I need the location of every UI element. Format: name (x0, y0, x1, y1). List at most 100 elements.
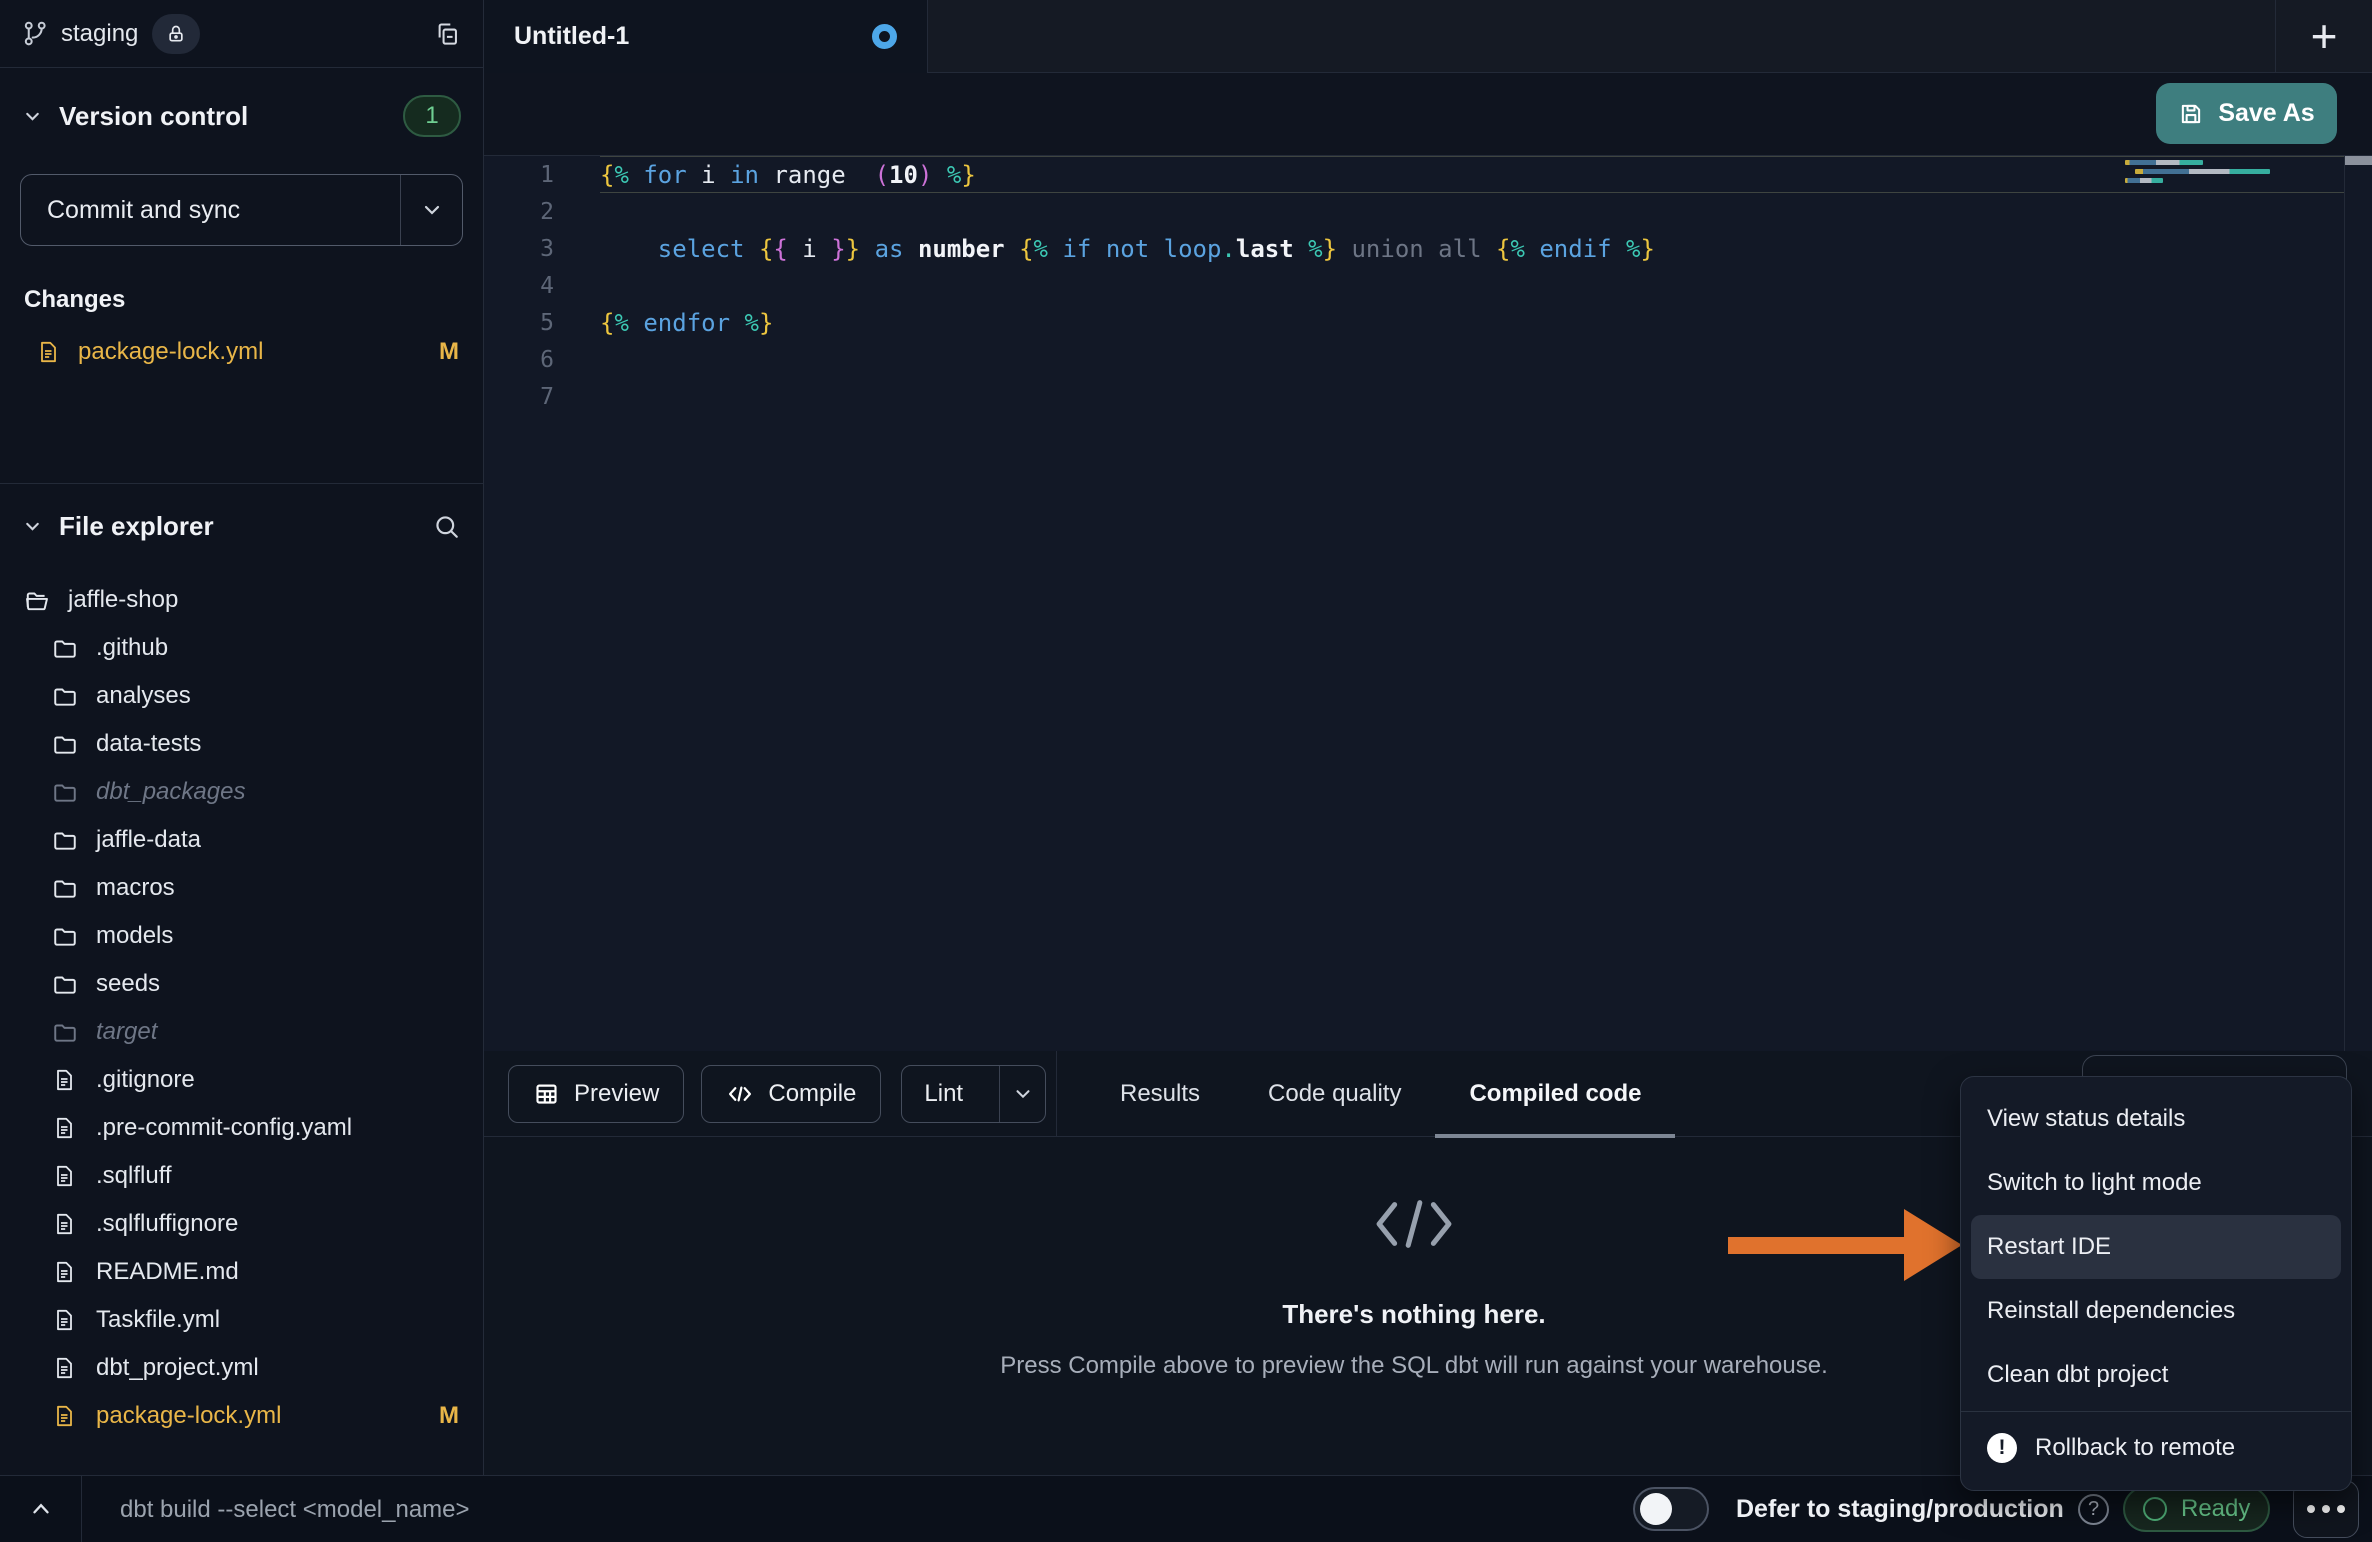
file-tree-item-analyses[interactable]: analyses (0, 672, 483, 720)
menu-item-restart-ide[interactable]: Restart IDE (1971, 1215, 2341, 1279)
branch-name: staging (61, 20, 138, 48)
code-slash-icon (1371, 1193, 1457, 1255)
file-icon (52, 1355, 80, 1381)
file-name: .sqlfluff (96, 1162, 172, 1190)
editor-scrollbar-thumb[interactable] (2345, 156, 2372, 165)
code-line[interactable]: 6 (484, 341, 2372, 378)
file-tree-item-target[interactable]: target (0, 1008, 483, 1056)
results-panel: Preview Compile Lint ResultsCode quality… (484, 1051, 2372, 1475)
code-line[interactable]: 5{% endfor %} (484, 304, 2372, 341)
context-menu: View status detailsSwitch to light mode R… (1960, 1076, 2352, 1491)
file-icon (52, 1163, 80, 1189)
file-tree-item-dbt-project-yml[interactable]: dbt_project.yml (0, 1344, 483, 1392)
panel-tab-results[interactable]: Results (1086, 1051, 1234, 1137)
menu-item-clean-dbt-project[interactable]: Clean dbt project (1971, 1343, 2341, 1407)
code-line[interactable]: 7 (484, 378, 2372, 415)
modified-badge: M (439, 1402, 459, 1430)
lint-options-chevron[interactable] (999, 1066, 1045, 1122)
file-tree-item-taskfile-yml[interactable]: Taskfile.yml (0, 1296, 483, 1344)
empty-state-title: There's nothing here. (1282, 1299, 1545, 1330)
changed-file-row[interactable]: package-lock.ymlM (0, 328, 483, 376)
sidebar: staging Version control 1 Com (0, 0, 484, 1475)
copy-icon (434, 20, 461, 47)
folder-icon (52, 635, 80, 661)
menu-divider (1961, 1411, 2351, 1412)
command-input-placeholder[interactable]: dbt build --select <model_name> (120, 1476, 470, 1542)
preview-label: Preview (574, 1080, 659, 1108)
panel-tab-code-quality[interactable]: Code quality (1234, 1051, 1435, 1137)
folder-icon (52, 731, 80, 757)
file-tree-item--sqlfluff[interactable]: .sqlfluff (0, 1152, 483, 1200)
file-search-button[interactable] (432, 512, 461, 541)
menu-item-switch-to-light-mode[interactable]: Switch to light mode (1971, 1151, 2341, 1215)
defer-toggle[interactable] (1633, 1487, 1709, 1531)
file-name: seeds (96, 970, 160, 998)
expand-command-bar-button[interactable] (0, 1476, 82, 1542)
commit-options-chevron[interactable] (400, 175, 462, 245)
annotation-arrow (1728, 1237, 1906, 1254)
code-editor[interactable]: 1{% for i in range (10) %} 2 3 select {{ i… (484, 156, 2372, 1051)
status-ring-icon (2143, 1497, 2167, 1521)
folder-icon (52, 827, 80, 853)
code-line[interactable]: 1{% for i in range (10) %} (484, 156, 2372, 193)
menu-item-label: Rollback to remote (2035, 1434, 2235, 1462)
menu-item-reinstall-dependencies[interactable]: Reinstall dependencies (1971, 1279, 2341, 1343)
folder-icon (52, 683, 80, 709)
chevron-down-icon[interactable] (22, 106, 43, 127)
file-name: .pre-commit-config.yaml (96, 1114, 352, 1142)
file-tree-item-readme-md[interactable]: README.md (0, 1248, 483, 1296)
code-text: select {{ i }} as number {% if not loop.… (600, 235, 1655, 263)
code-line[interactable]: 3 select {{ i }} as number {% if not loo… (484, 230, 2372, 267)
folder-icon (52, 971, 80, 997)
file-name: README.md (96, 1258, 239, 1286)
preview-button[interactable]: Preview (508, 1065, 684, 1123)
file-tree-item-models[interactable]: models (0, 912, 483, 960)
line-number: 4 (484, 273, 600, 299)
file-tree-item--github[interactable]: .github (0, 624, 483, 672)
file-icon (52, 1307, 80, 1333)
file-tree-item-package-lock-yml[interactable]: package-lock.ymlM (0, 1392, 483, 1440)
save-as-button[interactable]: Save As (2156, 83, 2337, 144)
file-tree-item--pre-commit-config-yaml[interactable]: .pre-commit-config.yaml (0, 1104, 483, 1152)
search-icon (432, 512, 461, 541)
editor-scrollbar-track[interactable] (2344, 156, 2372, 1051)
annotation-arrow-head (1904, 1209, 1962, 1281)
alert-circle-icon: ! (1987, 1433, 2017, 1463)
folder-icon (52, 779, 80, 805)
code-text: {% for i in range (10) %} (600, 161, 976, 189)
line-number: 6 (484, 347, 600, 373)
file-tree-item-data-tests[interactable]: data-tests (0, 720, 483, 768)
file-tree-item--sqlfluffignore[interactable]: .sqlfluffignore (0, 1200, 483, 1248)
lint-button[interactable]: Lint (901, 1065, 1046, 1123)
file-tree-item-dbt-packages[interactable]: dbt_packages (0, 768, 483, 816)
lock-icon (166, 24, 186, 44)
help-icon[interactable]: ? (2078, 1494, 2109, 1525)
menu-item-rollback-to-remote[interactable]: ! Rollback to remote (1971, 1416, 2341, 1480)
line-number: 2 (484, 199, 600, 225)
file-tree-item-seeds[interactable]: seeds (0, 960, 483, 1008)
chevron-down-icon[interactable] (22, 516, 43, 537)
copy-branch-button[interactable] (434, 20, 461, 47)
file-tree-item--gitignore[interactable]: .gitignore (0, 1056, 483, 1104)
panel-tab-compiled-code[interactable]: Compiled code (1435, 1051, 1675, 1137)
code-line[interactable]: 2 (484, 193, 2372, 230)
tab-untitled-1[interactable]: Untitled-1 (484, 0, 928, 73)
menu-item-label: Restart IDE (1987, 1233, 2111, 1261)
compile-label: Compile (768, 1080, 856, 1108)
file-explorer-title: File explorer (59, 511, 214, 542)
code-line[interactable]: 4 (484, 267, 2372, 304)
lint-label: Lint (902, 1080, 985, 1108)
version-control-title: Version control (59, 101, 248, 132)
new-tab-button[interactable]: + (2276, 0, 2372, 73)
commit-and-sync-button[interactable]: Commit and sync (20, 174, 463, 246)
file-name: dbt_packages (96, 778, 245, 806)
file-tree-item-macros[interactable]: macros (0, 864, 483, 912)
toggle-knob (1640, 1493, 1672, 1525)
file-tree-item-jaffle-data[interactable]: jaffle-data (0, 816, 483, 864)
menu-item-view-status-details[interactable]: View status details (1971, 1087, 2341, 1151)
file-tree-item-jaffle-shop[interactable]: jaffle-shop (0, 576, 483, 624)
file-icon (36, 339, 64, 365)
editor-tabstrip: Untitled-1 + (484, 0, 2372, 73)
compile-button[interactable]: Compile (701, 1065, 881, 1123)
minimap[interactable] (2125, 160, 2275, 187)
